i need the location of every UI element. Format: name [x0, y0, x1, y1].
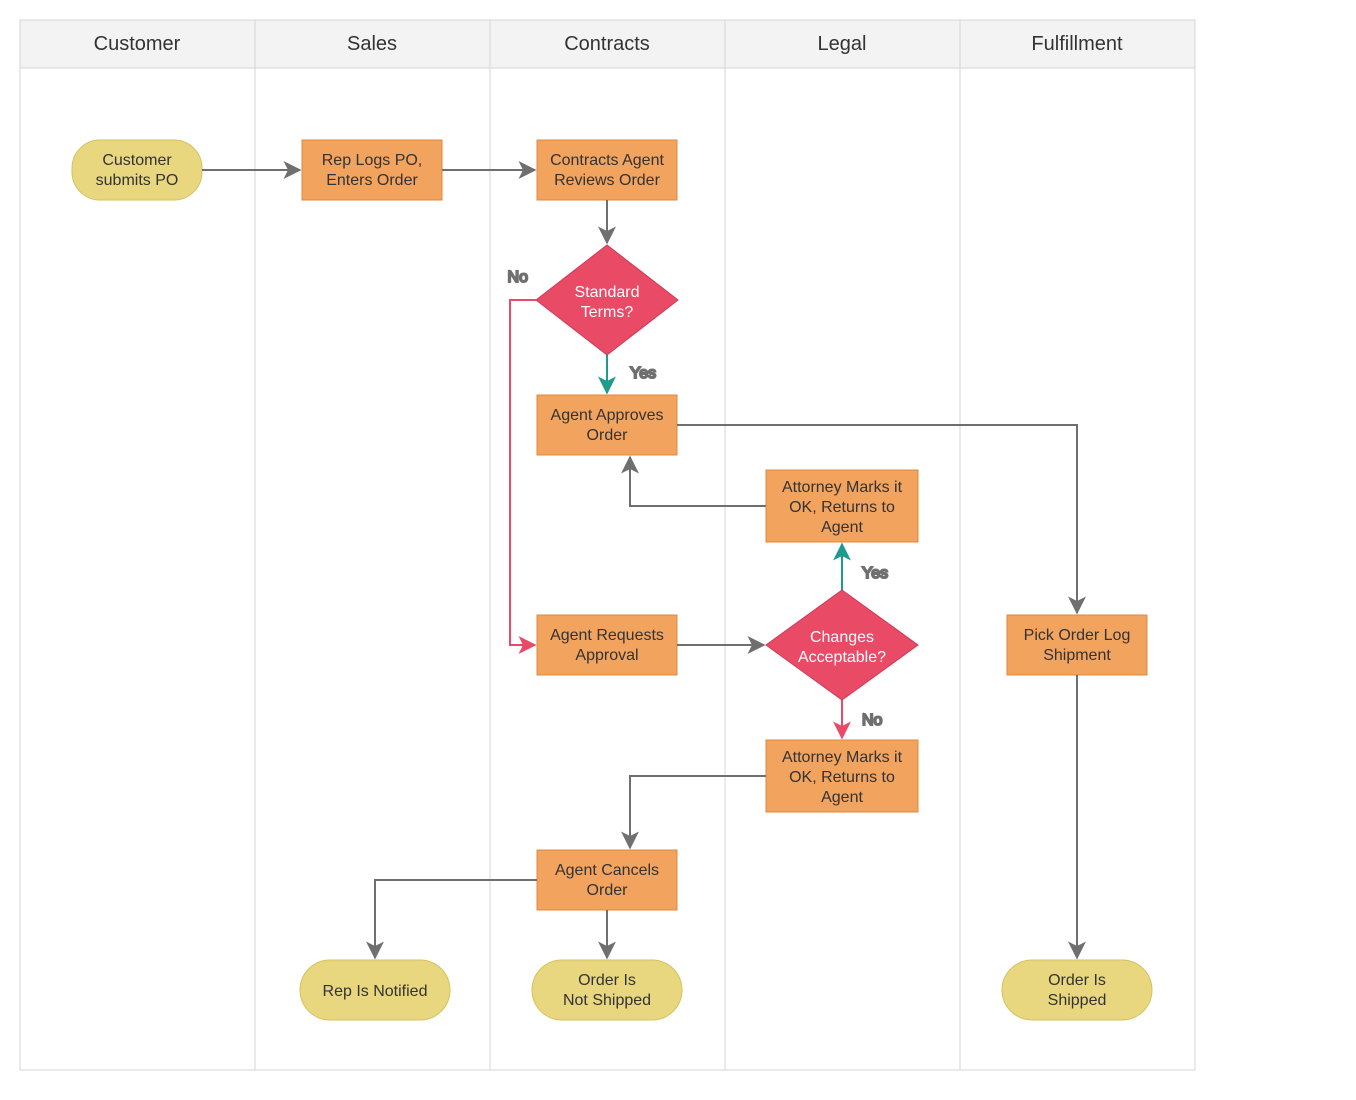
svg-text:Rep Is Notified: Rep Is Notified [323, 983, 428, 1000]
svg-text:Approval: Approval [575, 647, 638, 664]
label-changes-yes: Yes [862, 565, 888, 582]
node-attorney-ok-2: Attorney Marks it OK, Returns to Agent [766, 740, 918, 812]
svg-text:Agent Requests: Agent Requests [550, 627, 664, 644]
svg-text:Attorney Marks it: Attorney Marks it [782, 749, 903, 766]
node-not-shipped: Order Is Not Shipped [532, 960, 682, 1020]
svg-text:Pick Order Log: Pick Order Log [1024, 627, 1131, 644]
svg-text:Shipment: Shipment [1043, 647, 1111, 664]
lane-header-contracts: Contracts [564, 33, 650, 55]
label-stdterms-no: No [508, 269, 529, 286]
svg-text:Agent Cancels: Agent Cancels [555, 862, 659, 879]
lane-header-customer: Customer [94, 33, 181, 55]
node-rep-notified: Rep Is Notified [300, 960, 450, 1020]
swimlane-flowchart: Customer Sales Contracts Legal Fulfillme… [0, 0, 1356, 1100]
svg-text:Attorney Marks it: Attorney Marks it [782, 479, 903, 496]
node-start: Customer submits PO [72, 140, 202, 200]
node-rep-logs: Rep Logs PO, Enters Order [302, 140, 442, 200]
node-pick: Pick Order Log Shipment [1007, 615, 1147, 675]
svg-text:Contracts Agent: Contracts Agent [550, 152, 664, 169]
label-stdterms-yes: Yes [630, 365, 656, 382]
svg-text:Changes: Changes [810, 629, 874, 646]
svg-text:Agent Approves: Agent Approves [551, 407, 664, 424]
svg-text:Agent: Agent [821, 789, 863, 806]
node-approve: Agent Approves Order [537, 395, 677, 455]
svg-text:Acceptable?: Acceptable? [798, 649, 886, 666]
svg-text:Agent: Agent [821, 519, 863, 536]
svg-text:Not Shipped: Not Shipped [563, 992, 651, 1009]
node-review: Contracts Agent Reviews Order [537, 140, 677, 200]
svg-text:Reviews Order: Reviews Order [554, 172, 660, 189]
svg-text:Order Is: Order Is [578, 972, 636, 989]
svg-text:OK, Returns to: OK, Returns to [789, 499, 895, 516]
svg-text:Order: Order [587, 427, 629, 444]
svg-text:OK, Returns to: OK, Returns to [789, 769, 895, 786]
svg-text:Shipped: Shipped [1048, 992, 1107, 1009]
svg-text:Order: Order [587, 882, 629, 899]
lane-header-legal: Legal [818, 33, 867, 55]
svg-text:submits PO: submits PO [96, 172, 179, 189]
svg-text:Customer: Customer [102, 152, 172, 169]
lane-header-sales: Sales [347, 33, 397, 55]
svg-text:Rep Logs PO,: Rep Logs PO, [322, 152, 423, 169]
svg-text:Enters Order: Enters Order [326, 172, 418, 189]
node-request-approval: Agent Requests Approval [537, 615, 677, 675]
label-changes-no: No [862, 712, 883, 729]
lane-header-fulfillment: Fulfillment [1031, 33, 1123, 55]
node-cancel: Agent Cancels Order [537, 850, 677, 910]
svg-text:Terms?: Terms? [581, 304, 634, 321]
node-attorney-ok-1: Attorney Marks it OK, Returns to Agent [766, 470, 918, 542]
node-shipped: Order Is Shipped [1002, 960, 1152, 1020]
svg-text:Standard: Standard [575, 284, 640, 301]
svg-text:Order Is: Order Is [1048, 972, 1106, 989]
